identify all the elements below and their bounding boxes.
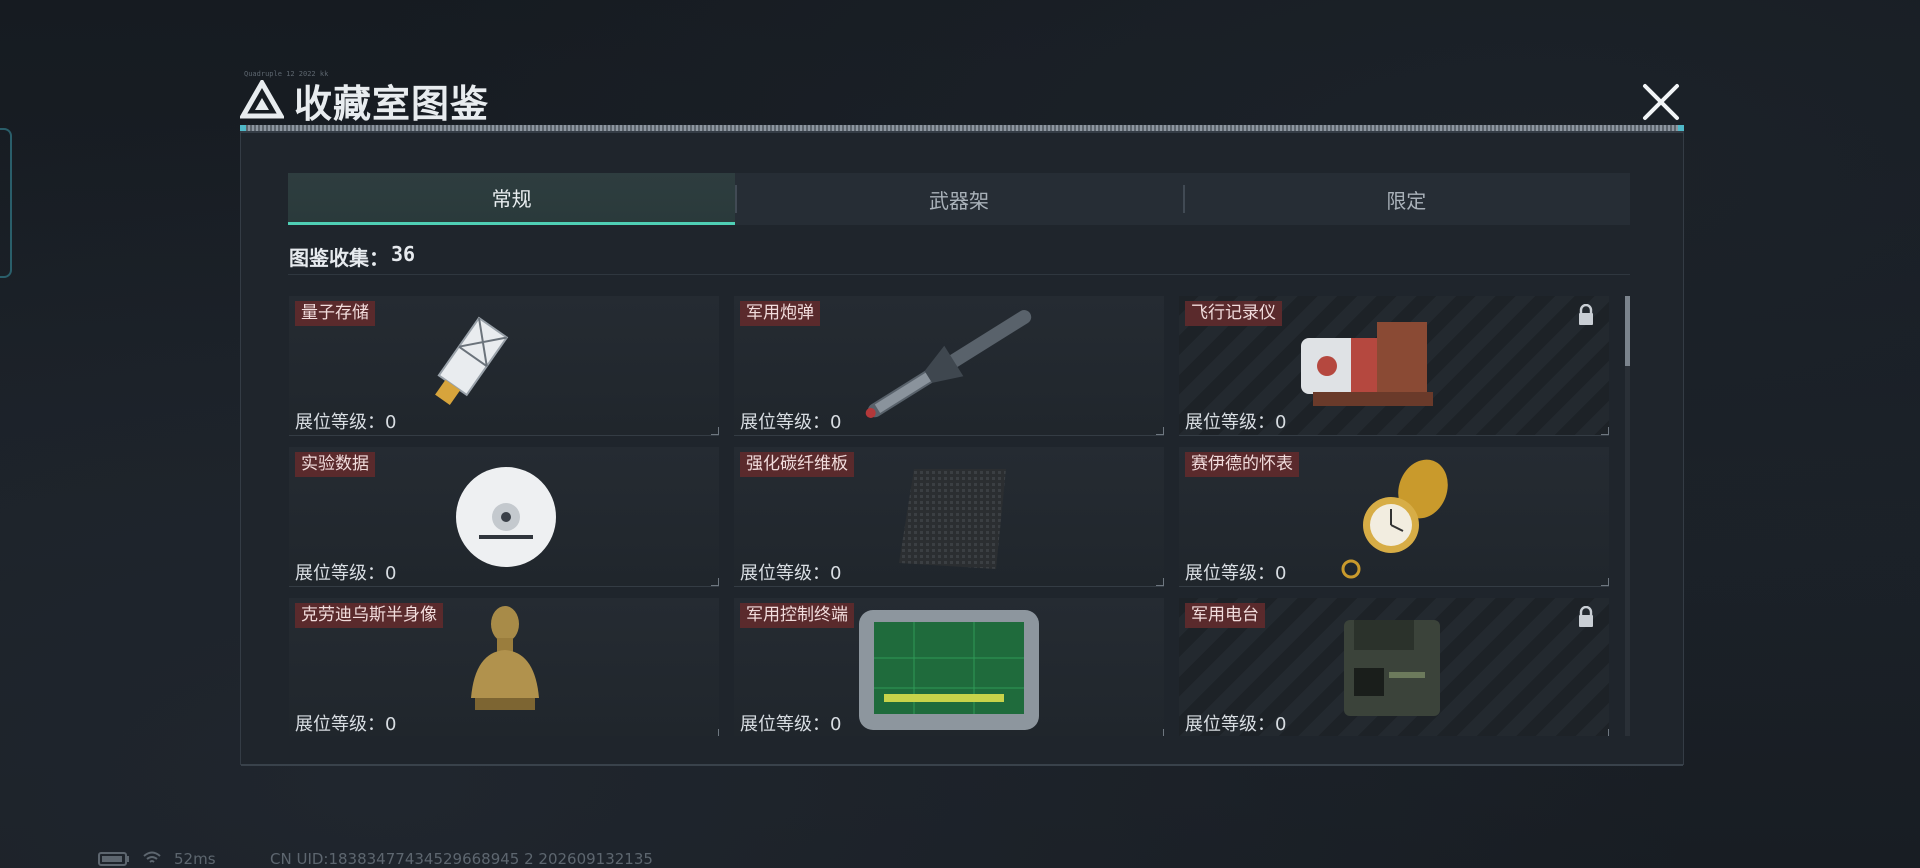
page-title: 收藏室图鉴 bbox=[294, 81, 490, 126]
section-divider bbox=[288, 274, 1630, 275]
card-corner-mark bbox=[1156, 427, 1164, 435]
item-level-text: 展位等级：0 bbox=[1185, 412, 1287, 433]
item-card-claudius-bust[interactable]: 克劳迪乌斯半身像 展位等级：0 bbox=[289, 598, 719, 736]
item-level-text: 展位等级：0 bbox=[295, 714, 397, 735]
item-name-label: 量子存储 bbox=[295, 301, 375, 326]
item-card-control-terminal[interactable]: 军用控制终端 展位等级：0 bbox=[734, 598, 1164, 736]
item-name-label: 军用控制终端 bbox=[740, 603, 854, 628]
item-card-quantum-storage[interactable]: 量子存储 展位等级：0 bbox=[289, 296, 719, 436]
collection-count: 图鉴收集： 36 bbox=[289, 242, 415, 271]
tab-limited[interactable]: 限定 bbox=[1182, 173, 1630, 225]
item-level-text: 展位等级：0 bbox=[740, 563, 842, 584]
close-icon bbox=[1643, 84, 1679, 120]
item-card-carbon-plate[interactable]: 强化碳纤维板 展位等级：0 bbox=[734, 447, 1164, 587]
wifi-icon bbox=[143, 851, 161, 863]
side-bracket bbox=[0, 128, 12, 278]
item-name-label: 飞行记录仪 bbox=[1185, 301, 1282, 326]
item-name-label: 赛伊德的怀表 bbox=[1185, 452, 1299, 477]
ping-text: 52ms bbox=[174, 850, 216, 868]
card-corner-mark bbox=[1601, 729, 1609, 736]
collection-label: 图鉴收集： bbox=[289, 246, 389, 270]
collection-count-value: 36 bbox=[391, 242, 416, 266]
item-card-experiment-data[interactable]: 实验数据 展位等级：0 bbox=[289, 447, 719, 587]
tab-weapon-rack[interactable]: 武器架 bbox=[735, 173, 1182, 225]
card-corner-mark bbox=[1156, 578, 1164, 586]
card-corner-mark bbox=[1156, 729, 1164, 736]
card-corner-mark bbox=[711, 427, 719, 435]
item-card-pocket-watch[interactable]: 赛伊德的怀表 展位等级：0 bbox=[1179, 447, 1609, 587]
item-card-military-radio[interactable]: 军用电台 展位等级：0 bbox=[1179, 598, 1609, 736]
lock-icon bbox=[1579, 304, 1593, 325]
card-corner-mark bbox=[1601, 578, 1609, 586]
item-grid: 量子存储 展位等级：0 军用炮弹 展位等级：0 飞行记录仪 展位等级：0 实验数… bbox=[289, 296, 1613, 736]
close-button[interactable] bbox=[1636, 80, 1686, 124]
scroll-thumb[interactable] bbox=[1625, 296, 1630, 366]
item-card-flight-recorder[interactable]: 飞行记录仪 展位等级：0 bbox=[1179, 296, 1609, 436]
item-name-label: 实验数据 bbox=[295, 452, 375, 477]
item-level-text: 展位等级：0 bbox=[740, 412, 842, 433]
item-card-military-shell[interactable]: 军用炮弹 展位等级：0 bbox=[734, 296, 1164, 436]
grid-scrollbar[interactable] bbox=[1625, 296, 1630, 736]
card-corner-mark bbox=[711, 578, 719, 586]
item-level-text: 展位等级：0 bbox=[1185, 714, 1287, 735]
battery-icon bbox=[98, 852, 129, 866]
card-corner-mark bbox=[711, 729, 719, 736]
uid-text: CN UID:18383477434529668945 2 2026091321… bbox=[270, 850, 653, 868]
triangle-logo-icon bbox=[240, 80, 284, 119]
item-level-text: 展位等级：0 bbox=[295, 412, 397, 433]
item-level-text: 展位等级：0 bbox=[740, 714, 842, 735]
item-name-label: 强化碳纤维板 bbox=[740, 452, 854, 477]
item-name-label: 军用炮弹 bbox=[740, 301, 820, 326]
item-level-text: 展位等级：0 bbox=[1185, 563, 1287, 584]
item-name-label: 军用电台 bbox=[1185, 603, 1265, 628]
window-title-bar: 收藏室图鉴 bbox=[240, 74, 489, 126]
tab-regular[interactable]: 常规 bbox=[288, 173, 736, 225]
card-corner-mark bbox=[1601, 427, 1609, 435]
item-level-text: 展位等级：0 bbox=[295, 563, 397, 584]
tab-bar: 常规 武器架 限定 bbox=[288, 173, 1630, 225]
title-divider bbox=[240, 125, 1684, 133]
item-name-label: 克劳迪乌斯半身像 bbox=[295, 603, 443, 628]
status-bar: 52ms bbox=[98, 850, 216, 868]
lock-icon bbox=[1579, 606, 1593, 627]
